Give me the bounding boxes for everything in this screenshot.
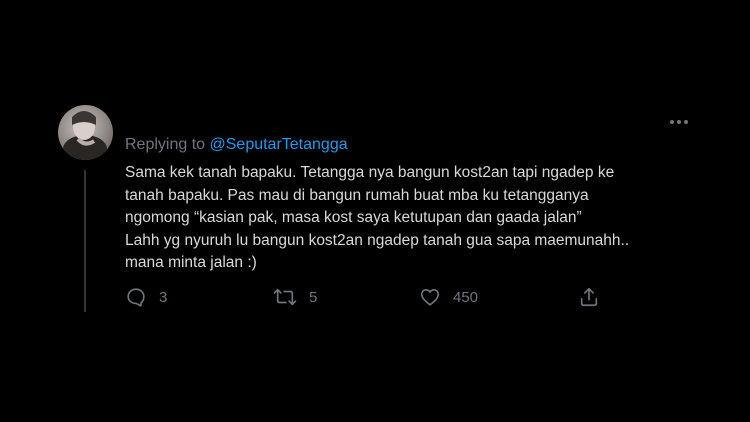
reply-icon [125,286,147,308]
share-button[interactable] [578,284,600,310]
replying-to-handle[interactable]: @SeputarTetangga [210,136,348,153]
share-icon [578,286,600,308]
like-button[interactable]: 450 [419,284,478,310]
replying-to: Replying to @SeputarTetangga [125,136,348,154]
like-count: 450 [453,288,479,306]
tweet-card: Replying to @SeputarTetangga Sama kek ta… [0,0,750,422]
reply-count: 3 [159,288,168,306]
tweet-text: Sama kek tanah bapaku. Tetangga nya bang… [125,162,685,275]
tweet-text-line: mana minta jalan :) [125,254,257,271]
retweet-count: 5 [309,288,318,306]
tweet-text-line: Sama kek tanah bapaku. Tetangga nya bang… [125,164,615,181]
retweet-button[interactable]: 5 [273,284,317,310]
retweet-icon [273,286,297,308]
thread-line [84,170,86,312]
more-icon [669,112,689,130]
tweet-text-line: ngomong “kasian pak, masa kost saya ketu… [125,209,582,226]
tweet-actions: 3 5 450 [125,284,615,310]
avatar[interactable] [58,105,113,160]
reply-button[interactable]: 3 [125,284,167,310]
more-options-button[interactable] [666,110,692,132]
tweet-text-line: Lahh yg nyuruh lu bangun kost2an ngadep … [125,231,630,249]
tweet-text-line: tanah bapaku. Pas mau di bangun rumah bu… [125,186,589,204]
like-icon [419,286,441,308]
replying-to-label: Replying to [125,136,206,153]
